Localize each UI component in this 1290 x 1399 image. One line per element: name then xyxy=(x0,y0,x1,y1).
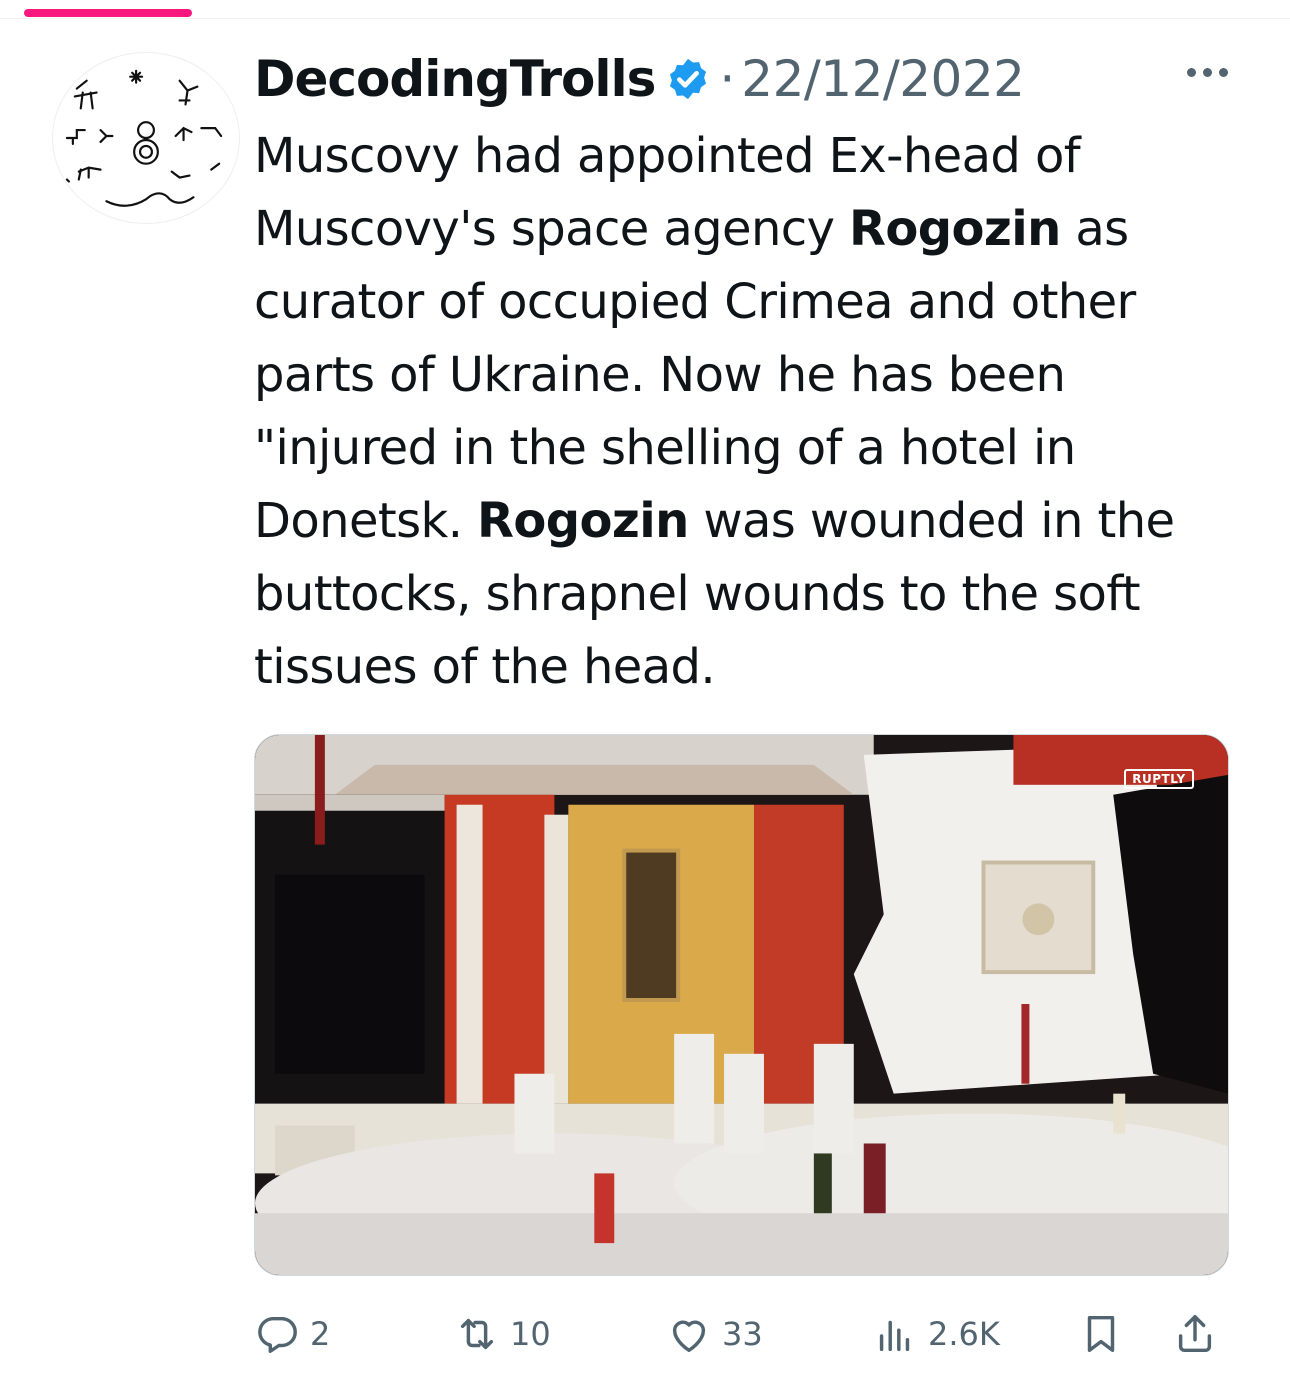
views-count: 2.6K xyxy=(928,1315,1000,1353)
reply-icon xyxy=(258,1316,297,1353)
bookmark-button[interactable] xyxy=(1078,1302,1124,1366)
tweet-media-image[interactable]: RUPTLY xyxy=(254,734,1229,1276)
damaged-restaurant-image xyxy=(255,735,1228,1275)
tweet-header: DecodingTrolls · 22/12/2022 xyxy=(254,44,1025,114)
retweet-icon xyxy=(460,1318,494,1350)
views-button[interactable]: 2.6K xyxy=(872,1302,1000,1366)
author-display-name[interactable]: DecodingTrolls xyxy=(254,50,656,108)
top-divider xyxy=(0,18,1290,19)
heart-icon xyxy=(672,1320,706,1353)
avatar[interactable] xyxy=(52,52,240,224)
more-dot xyxy=(1219,68,1228,77)
tweet-text-bold: Rogozin xyxy=(477,493,689,549)
tweet-text: Muscovy had appointed Ex-head of Muscovy… xyxy=(254,120,1244,704)
header-separator: · xyxy=(719,50,736,108)
share-button[interactable] xyxy=(1172,1302,1218,1366)
active-tab-indicator xyxy=(24,9,192,17)
avatar-petroglyph-image xyxy=(65,69,223,207)
reply-count: 2 xyxy=(310,1315,331,1353)
media-watermark: RUPTLY xyxy=(1124,769,1194,789)
reply-button[interactable]: 2 xyxy=(254,1302,330,1366)
more-dot xyxy=(1203,68,1212,77)
tweet-action-bar: 2 10 33 2.6K xyxy=(254,1302,1230,1366)
retweet-count: 10 xyxy=(510,1315,551,1353)
views-bar-chart-icon xyxy=(879,1320,910,1352)
bookmark-icon xyxy=(1087,1315,1115,1353)
verified-badge-icon xyxy=(670,58,707,100)
more-dots-icon[interactable] xyxy=(1187,68,1228,77)
more-dot xyxy=(1187,68,1196,77)
retweet-button[interactable]: 10 xyxy=(454,1302,551,1366)
tweet-text-bold: Rogozin xyxy=(849,201,1061,257)
like-button[interactable]: 33 xyxy=(666,1302,763,1366)
tweet-date[interactable]: 22/12/2022 xyxy=(741,50,1025,108)
like-count: 33 xyxy=(722,1315,763,1353)
share-icon xyxy=(1178,1315,1212,1353)
